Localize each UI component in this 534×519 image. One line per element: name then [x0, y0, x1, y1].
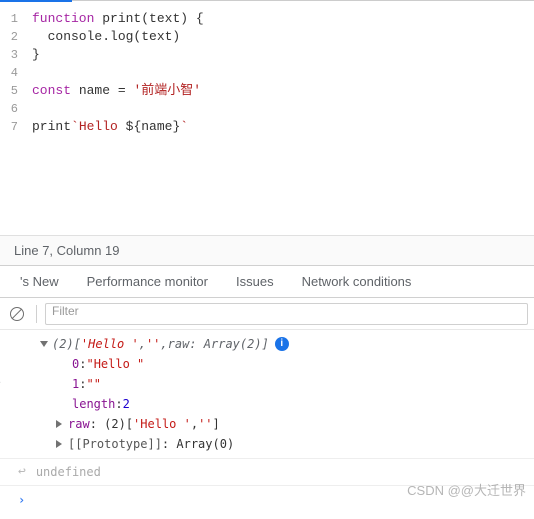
expand-arrow-icon[interactable]: [40, 341, 48, 347]
bracket: [: [74, 334, 81, 354]
line-number: 4: [0, 64, 18, 82]
code-line: console.log(text): [32, 29, 180, 44]
filter-input[interactable]: Filter: [45, 303, 528, 325]
array-item: 'Hello ': [81, 334, 139, 354]
object-property-row[interactable]: 1: "": [40, 374, 534, 394]
prop-key: 0: [72, 354, 79, 374]
info-icon[interactable]: i: [275, 337, 289, 351]
array-length-hint: (2): [52, 334, 74, 354]
line-number: 3: [0, 46, 18, 64]
line-number: 2: [0, 28, 18, 46]
prop-value: "": [86, 374, 100, 394]
prop-value: 2: [123, 394, 130, 414]
editor-tab-bar: [0, 0, 534, 6]
comma: ,: [160, 334, 167, 354]
object-summary-row[interactable]: (2) [ 'Hello ' , '' , raw : Array(2) ] i: [40, 334, 534, 354]
tab-whats-new[interactable]: 's New: [6, 274, 73, 289]
console-prompt-row[interactable]: ›: [0, 486, 534, 514]
comma: ,: [139, 334, 146, 354]
raw-value: : Array(2): [189, 334, 261, 354]
line-number: 6: [0, 100, 18, 118]
keyword: function: [32, 11, 94, 26]
return-value-row: ↩ undefined: [0, 459, 534, 486]
backtick: `: [180, 119, 188, 134]
code-content[interactable]: function print(text) { console.log(text)…: [24, 6, 534, 235]
object-property-row[interactable]: length: 2: [40, 394, 534, 414]
devtools-tabs: 's New Performance monitor Issues Networ…: [0, 266, 534, 298]
prop-value: : Array(0): [162, 434, 234, 454]
code-text: name =: [71, 83, 133, 98]
array-item: '': [198, 414, 212, 434]
code-line: }: [32, 47, 40, 62]
console-toolbar: Filter: [0, 298, 534, 330]
tab-issues[interactable]: Issues: [222, 274, 288, 289]
template-delim: ${: [126, 119, 142, 134]
template-text: Hello: [79, 119, 126, 134]
expand-arrow-icon[interactable]: [56, 440, 62, 448]
tab-performance-monitor[interactable]: Performance monitor: [73, 274, 222, 289]
return-arrow-icon: ↩: [18, 462, 26, 482]
return-value: undefined: [36, 462, 101, 482]
keyword: const: [32, 83, 71, 98]
raw-label: raw: [168, 334, 190, 354]
sidebar-label[interactable]: e: [0, 372, 4, 392]
prop-key: length: [72, 394, 115, 414]
cursor-position: Line 7, Column 19: [14, 243, 120, 258]
bracket: ]: [262, 334, 269, 354]
expand-arrow-icon[interactable]: [56, 420, 62, 428]
toolbar-divider: [36, 305, 37, 323]
line-number: 5: [0, 82, 18, 100]
array-item: '': [146, 334, 160, 354]
prompt-chevron-icon: ›: [18, 490, 25, 510]
string: '前端小智': [133, 83, 201, 98]
logged-object: (2) [ 'Hello ' , '' , raw : Array(2) ] i…: [0, 330, 534, 459]
backtick: `: [71, 119, 79, 134]
status-bar: Line 7, Column 19: [0, 236, 534, 266]
clear-console-icon[interactable]: [10, 307, 24, 321]
punct: (text) {: [141, 11, 203, 26]
fn-call: print: [32, 119, 71, 134]
line-gutter: 1 2 3 4 5 6 7: [0, 6, 24, 235]
array-length-hint: : (2): [90, 414, 126, 434]
object-property-row[interactable]: 0: "Hello ": [40, 354, 534, 374]
fn-name: print: [94, 11, 141, 26]
line-number: 7: [0, 118, 18, 136]
var-ref: name: [141, 119, 172, 134]
console-output: e (2) [ 'Hello ' , '' , raw : Array(2) ]…: [0, 330, 534, 514]
prop-value: "Hello ": [86, 354, 144, 374]
object-property-row[interactable]: raw : (2) ['Hello ', '']: [40, 414, 534, 434]
object-property-row[interactable]: [[Prototype]] : Array(0): [40, 434, 534, 454]
line-number: 1: [0, 10, 18, 28]
code-editor: 1 2 3 4 5 6 7 function print(text) { con…: [0, 0, 534, 236]
array-item: 'Hello ': [133, 414, 191, 434]
tab-network-conditions[interactable]: Network conditions: [288, 274, 426, 289]
prop-key: 1: [72, 374, 79, 394]
prop-key: raw: [68, 414, 90, 434]
prop-key: [[Prototype]]: [68, 434, 162, 454]
active-tab-indicator: [0, 0, 72, 2]
